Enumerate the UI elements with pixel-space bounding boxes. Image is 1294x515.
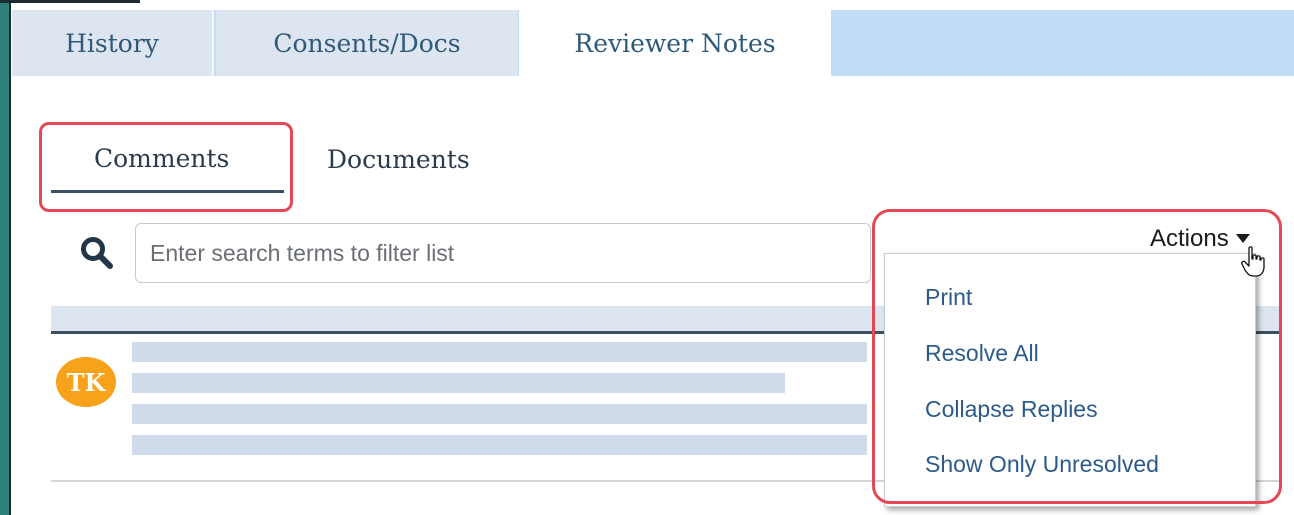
window-frame-edge — [0, 0, 11, 515]
menu-item-print[interactable]: Print — [925, 284, 972, 311]
tab-consents-docs[interactable]: Consents/Docs — [216, 10, 518, 76]
caret-down-icon[interactable] — [1236, 234, 1250, 243]
comment-text-placeholder — [132, 342, 867, 362]
menu-item-show-only-unresolved[interactable]: Show Only Unresolved — [925, 451, 1159, 478]
top-tab-bar: History Consents/Docs Reviewer Notes — [12, 10, 1294, 76]
comment-text-placeholder — [132, 404, 867, 424]
menu-item-resolve-all[interactable]: Resolve All — [925, 340, 1039, 367]
avatar: TK — [56, 357, 116, 407]
window-frame-top — [0, 0, 140, 3]
subtab-documents[interactable]: Documents — [327, 145, 470, 174]
comments-highlight-box — [39, 122, 293, 212]
menu-item-collapse-replies[interactable]: Collapse Replies — [925, 396, 1098, 423]
search-input[interactable] — [135, 223, 871, 283]
tab-history[interactable]: History — [12, 10, 214, 76]
comment-text-placeholder — [132, 373, 785, 393]
comment-text-placeholder — [132, 435, 867, 455]
hand-pointer-icon — [1241, 246, 1265, 277]
actions-dropdown-button[interactable]: Actions — [1150, 225, 1229, 253]
tab-reviewer-notes[interactable]: Reviewer Notes — [519, 10, 831, 76]
search-icon[interactable] — [80, 236, 114, 270]
actions-menu: Print Resolve All Collapse Replies Show … — [884, 253, 1256, 507]
